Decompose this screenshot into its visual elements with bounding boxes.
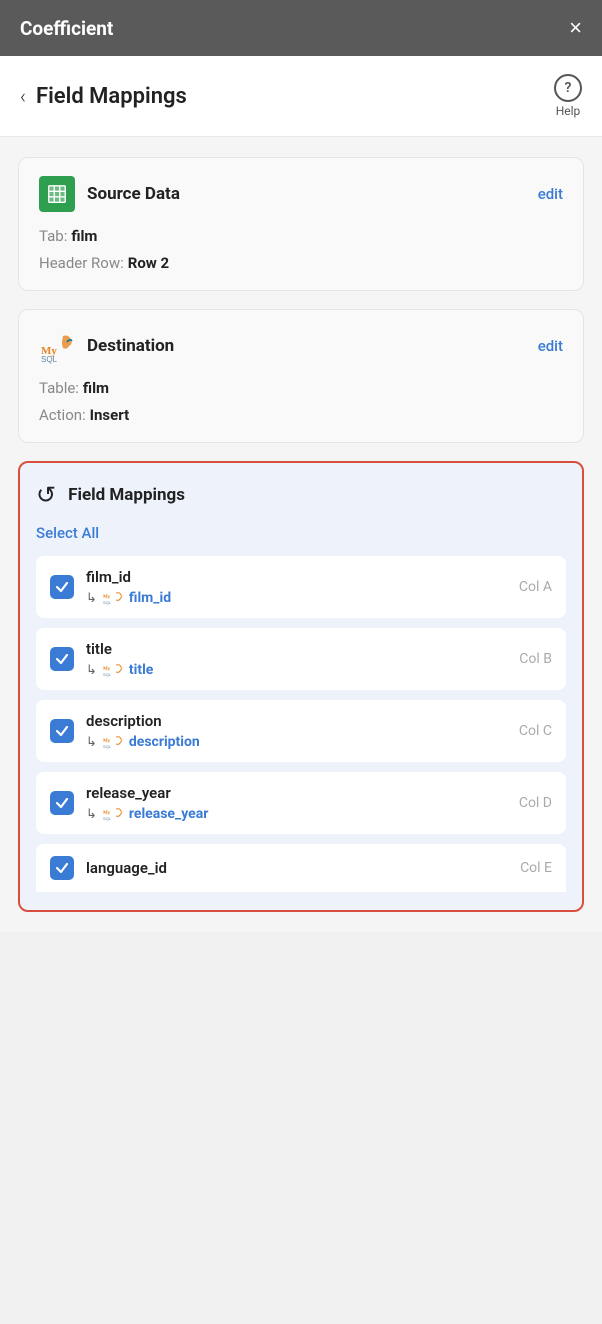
back-button[interactable]: ‹ [20, 84, 26, 108]
source-card-title: Source Data [87, 184, 180, 204]
source-header-label: Header Row: [39, 254, 124, 272]
source-header-row: Header Row: Row 2 [39, 253, 563, 272]
close-button[interactable]: × [569, 17, 582, 39]
field-row-film-id: film_id ↳ My SQL film_id Col A [36, 556, 566, 618]
field-info-film-id: film_id ↳ My SQL film_id [86, 568, 507, 606]
mysql-mini-icon-film-id: My SQL [103, 591, 123, 605]
field-mapping-film-id: ↳ My SQL film_id [86, 590, 507, 606]
field-col-film-id: Col A [519, 579, 552, 595]
field-name-language-id: language_id [86, 859, 508, 877]
source-edit-link[interactable]: edit [538, 185, 563, 203]
svg-text:SQL: SQL [103, 816, 112, 821]
field-row-release-year: release_year ↳ My SQL release_year Col D [36, 772, 566, 834]
checkbox-description[interactable] [50, 719, 74, 743]
field-col-language-id: Col E [520, 860, 552, 876]
page-header-left: ‹ Field Mappings [20, 84, 187, 109]
app-title: Coefficient [20, 17, 113, 40]
source-card-header: Source Data edit [39, 176, 563, 212]
field-mappings-icon: ↺ [36, 481, 56, 509]
field-mapping-title: ↳ My SQL title [86, 662, 507, 678]
field-mappings-card: ↺ Field Mappings Select All film_id ↳ My… [18, 461, 584, 912]
field-name-release-year: release_year [86, 784, 507, 802]
mysql-mini-icon-release-year: My SQL [103, 807, 123, 821]
dest-card-header-left: My SQL Destination [39, 328, 174, 364]
field-col-title: Col B [519, 651, 552, 667]
dest-card-title: Destination [87, 336, 174, 356]
field-name-film-id: film_id [86, 568, 507, 586]
source-card-header-left: Source Data [39, 176, 180, 212]
sheets-icon [39, 176, 75, 212]
mapping-arrow-icon: ↳ [86, 591, 97, 606]
checkbox-language-id[interactable] [50, 856, 74, 880]
source-header-value: Row 2 [128, 254, 169, 272]
checkbox-title[interactable] [50, 647, 74, 671]
source-tab-row: Tab: film [39, 226, 563, 245]
field-mapping-description: ↳ My SQL description [86, 734, 507, 750]
help-icon: ? [554, 74, 582, 102]
page-header: ‹ Field Mappings ? Help [0, 56, 602, 137]
main-content: Source Data edit Tab: film Header Row: R… [0, 137, 602, 932]
svg-text:SQL: SQL [103, 600, 112, 605]
svg-text:SQL: SQL [103, 672, 112, 677]
source-data-card: Source Data edit Tab: film Header Row: R… [18, 157, 584, 291]
field-dest-release-year: release_year [129, 806, 208, 822]
dest-action-row: Action: Insert [39, 405, 563, 424]
mapping-arrow-icon: ↳ [86, 735, 97, 750]
checkbox-release-year[interactable] [50, 791, 74, 815]
dest-table-label: Table: [39, 379, 79, 397]
svg-text:SQL: SQL [41, 355, 58, 364]
field-info-release-year: release_year ↳ My SQL release_year [86, 784, 507, 822]
dest-edit-link[interactable]: edit [538, 337, 563, 355]
field-row-description: description ↳ My SQL description Col C [36, 700, 566, 762]
mapping-arrow-icon: ↳ [86, 807, 97, 822]
source-tab-value: film [71, 227, 97, 245]
field-col-release-year: Col D [519, 795, 552, 811]
source-tab-label: Tab: [39, 227, 67, 245]
field-info-language-id: language_id [86, 859, 508, 877]
mysql-icon: My SQL [39, 328, 75, 364]
field-row-title: title ↳ My SQL title Col B [36, 628, 566, 690]
field-col-description: Col C [519, 723, 552, 739]
field-mapping-release-year: ↳ My SQL release_year [86, 806, 507, 822]
mapping-arrow-icon: ↳ [86, 663, 97, 678]
dest-card-header: My SQL Destination edit [39, 328, 563, 364]
svg-text:SQL: SQL [103, 744, 112, 749]
field-dest-title: title [129, 662, 153, 678]
help-label: Help [556, 104, 581, 118]
fm-title: Field Mappings [68, 485, 185, 505]
select-all-button[interactable]: Select All [36, 524, 99, 542]
dest-action-value: Insert [90, 406, 130, 424]
destination-card: My SQL Destination edit Table: film Acti… [18, 309, 584, 443]
field-row-language-id: language_id Col E [36, 844, 566, 892]
field-dest-film-id: film_id [129, 590, 171, 606]
field-info-title: title ↳ My SQL title [86, 640, 507, 678]
page-title: Field Mappings [36, 84, 187, 109]
dest-table-row: Table: film [39, 378, 563, 397]
app-header: Coefficient × [0, 0, 602, 56]
dest-action-label: Action: [39, 406, 86, 424]
fm-header: ↺ Field Mappings [36, 481, 566, 509]
field-info-description: description ↳ My SQL description [86, 712, 507, 750]
mysql-mini-icon-description: My SQL [103, 735, 123, 749]
field-dest-description: description [129, 734, 200, 750]
dest-table-value: film [83, 379, 109, 397]
help-button[interactable]: ? Help [554, 74, 582, 118]
field-name-description: description [86, 712, 507, 730]
field-name-title: title [86, 640, 507, 658]
checkbox-film-id[interactable] [50, 575, 74, 599]
mysql-mini-icon-title: My SQL [103, 663, 123, 677]
